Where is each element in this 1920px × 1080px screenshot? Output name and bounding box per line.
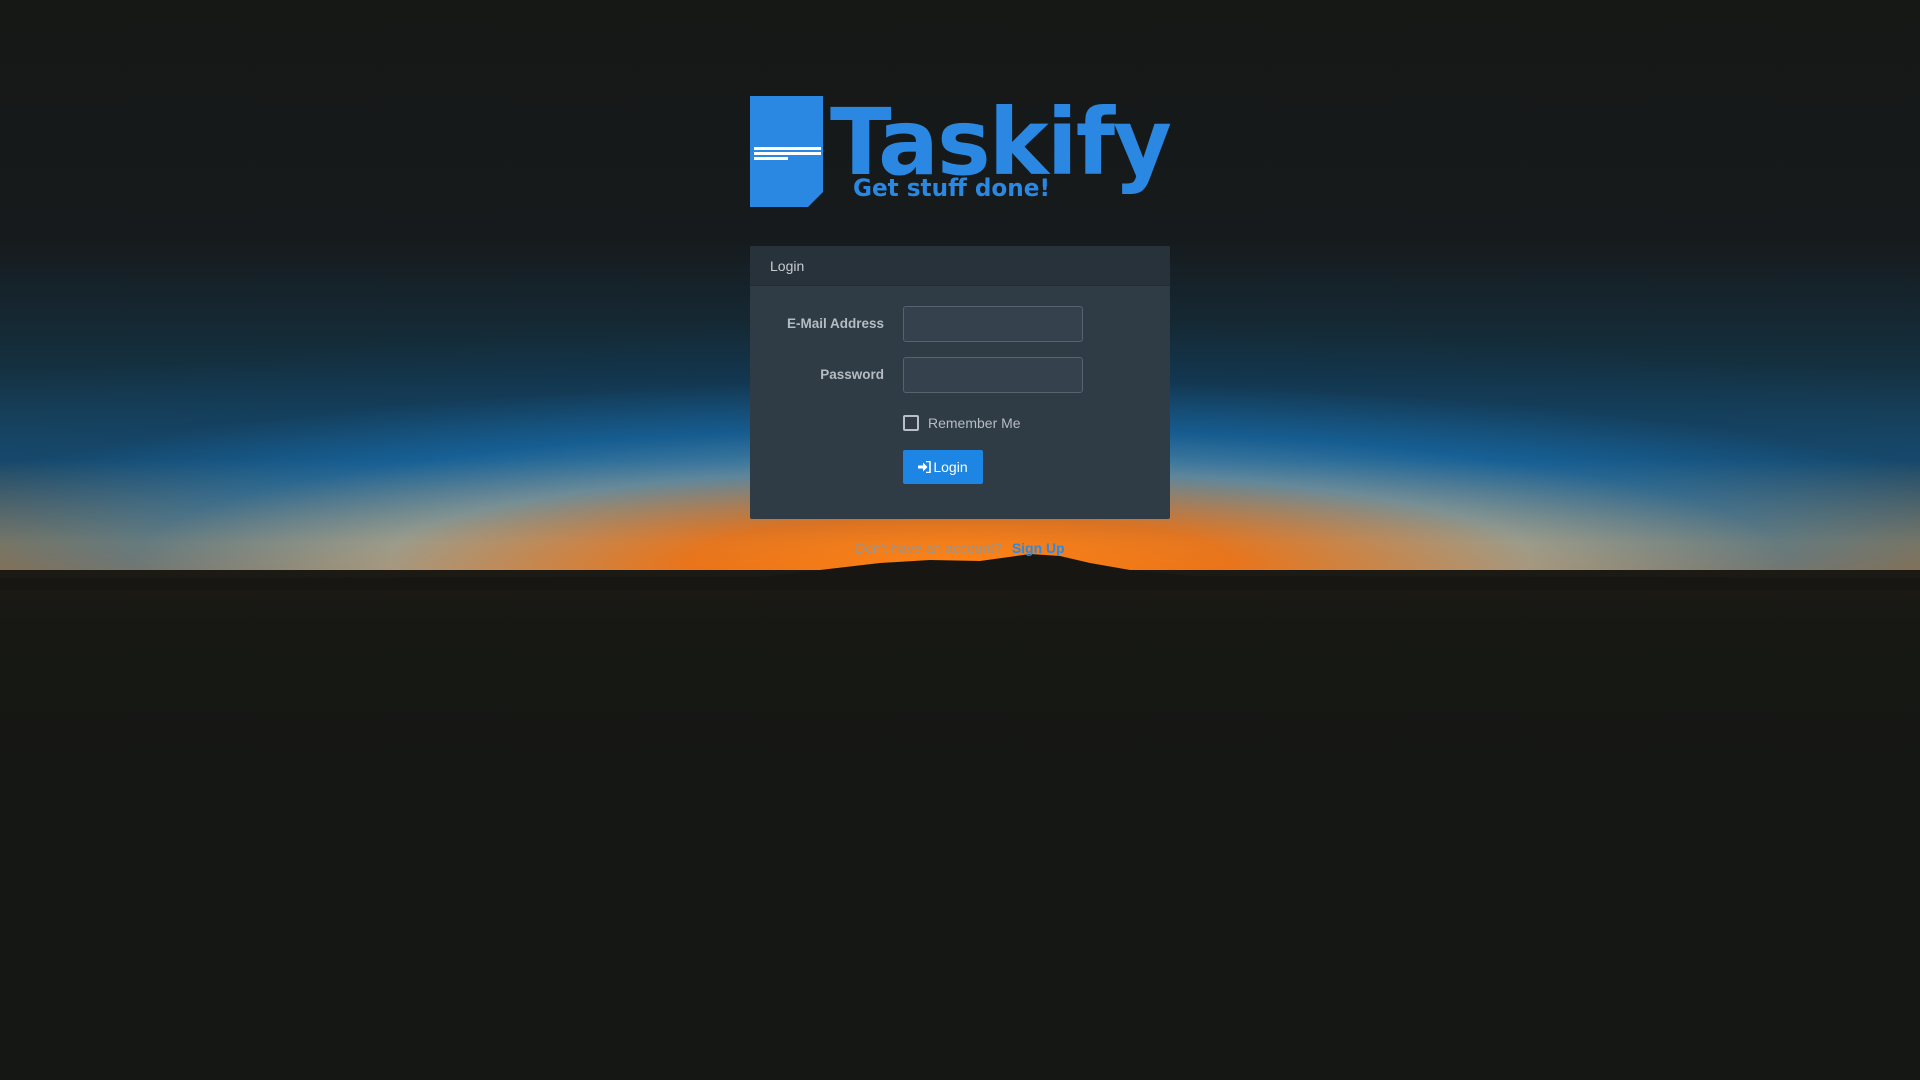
- login-panel-title: Login: [750, 246, 1170, 286]
- remember-me-checkbox[interactable]: [903, 415, 919, 431]
- remember-me-label[interactable]: Remember Me: [928, 415, 1021, 432]
- email-field[interactable]: [903, 306, 1083, 342]
- signup-link[interactable]: Sign Up: [1012, 540, 1065, 556]
- login-page: Taskify Get stuff done! Login E-Mail Add…: [0, 0, 1920, 1080]
- login-panel: Login E-Mail Address Password Remember M…: [750, 246, 1170, 519]
- email-row: E-Mail Address: [750, 306, 1170, 342]
- document-icon: [750, 96, 823, 207]
- email-label: E-Mail Address: [786, 316, 884, 331]
- mountain-silhouette: [0, 554, 1920, 590]
- signup-prompt: Don't have an account? Sign Up: [750, 540, 1170, 556]
- sign-in-icon: [918, 461, 932, 474]
- signup-prompt-text: Don't have an account?: [855, 540, 1002, 556]
- password-field[interactable]: [903, 357, 1083, 393]
- logo-tagline: Get stuff done!: [853, 174, 1050, 202]
- password-label: Password: [820, 367, 884, 382]
- login-button[interactable]: Login: [903, 450, 983, 484]
- taskify-logo: Taskify Get stuff done!: [750, 89, 1173, 208]
- password-row: Password: [750, 357, 1170, 393]
- landscape-background: [0, 570, 1920, 1080]
- login-button-label[interactable]: Login: [933, 459, 967, 475]
